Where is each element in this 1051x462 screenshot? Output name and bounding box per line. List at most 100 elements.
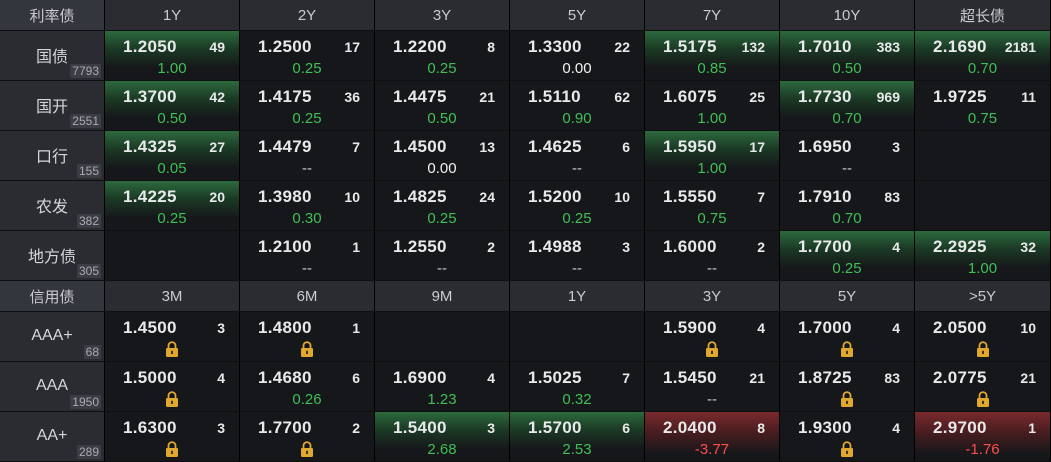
row-name: 地方债 [27, 248, 76, 266]
quote-cell[interactable]: 1.2500 17 0.25 [240, 31, 375, 80]
quote-cell[interactable]: 1.5550 7 0.75 [645, 181, 780, 230]
lock-icon [165, 341, 179, 357]
quote-cell[interactable]: 1.4475 21 0.50 [375, 81, 510, 130]
row-count-badge: 289 [76, 445, 101, 459]
quote-cell[interactable]: 1.2100 1 -- [240, 231, 375, 280]
quote-cell[interactable]: 1.5900 4 [645, 312, 780, 361]
quote-cell[interactable]: 1.4988 3 -- [510, 231, 645, 280]
quote-cell[interactable]: 1.4825 24 0.25 [375, 181, 510, 230]
quote-cell[interactable]: 1.9725 11 0.75 [915, 81, 1051, 130]
column-header[interactable]: 3Y [375, 0, 510, 30]
quote-cell[interactable]: 1.4800 1 [240, 312, 375, 361]
column-header[interactable]: 1Y [105, 0, 240, 30]
quote-cell[interactable]: 1.9300 4 [780, 412, 915, 461]
quote-cell[interactable]: 1.5700 6 2.53 [510, 412, 645, 461]
quote-volume: 7 [757, 189, 765, 205]
quote-cell[interactable]: 1.5450 21 -- [645, 362, 780, 411]
quote-cell[interactable]: 1.6950 3 -- [780, 131, 915, 180]
quote-volume: 20 [209, 189, 225, 205]
row-label[interactable]: AAA 1950 [0, 362, 105, 411]
quote-change: -1.76 [965, 441, 1000, 458]
quote-cell[interactable]: 1.5025 7 0.32 [510, 362, 645, 411]
quote-cell[interactable]: 2.9700 1 -1.76 [915, 412, 1051, 461]
quote-change: 0.25 [832, 260, 862, 277]
row-label[interactable]: AA+ 289 [0, 412, 105, 461]
quote-cell[interactable]: 1.7730 969 0.70 [780, 81, 915, 130]
quote-cell[interactable]: 1.7000 4 [780, 312, 915, 361]
quote-cell[interactable]: 1.3980 10 0.30 [240, 181, 375, 230]
quote-price: 1.4988 [528, 237, 582, 256]
quote-cell[interactable]: 1.2550 2 -- [375, 231, 510, 280]
column-header[interactable]: 9M [375, 281, 510, 311]
quote-cell[interactable]: 1.3700 42 0.50 [105, 81, 240, 130]
row-label[interactable]: 农发 382 [0, 181, 105, 230]
quote-volume: 11 [1021, 89, 1036, 105]
quote-cell[interactable]: 1.8725 83 [780, 362, 915, 411]
quote-cell[interactable]: 1.4175 36 0.25 [240, 81, 375, 130]
lock-icon [976, 341, 990, 357]
quote-cell[interactable]: 1.2050 49 1.00 [105, 31, 240, 80]
column-header[interactable]: 10Y [780, 0, 915, 30]
lock-icon [165, 391, 179, 407]
quote-cell[interactable]: 1.5000 4 [105, 362, 240, 411]
quote-volume: 21 [749, 370, 765, 386]
quote-volume: 13 [479, 139, 495, 155]
quote-cell[interactable]: 2.2925 32 1.00 [915, 231, 1051, 280]
quote-price: 1.5950 [663, 137, 717, 156]
column-header[interactable]: 3M [105, 281, 240, 311]
quote-cell[interactable]: 1.7910 83 0.70 [780, 181, 915, 230]
quote-cell[interactable]: 1.4479 7 -- [240, 131, 375, 180]
quote-cell[interactable]: 1.4225 20 0.25 [105, 181, 240, 230]
column-header[interactable]: 超长债 [915, 0, 1051, 30]
quote-cell[interactable]: 2.0775 21 [915, 362, 1051, 411]
empty-quote-cell[interactable] [510, 312, 645, 361]
quote-price: 1.3980 [258, 187, 312, 206]
quote-change: 0.50 [157, 110, 187, 127]
quote-cell[interactable]: 1.5200 10 0.25 [510, 181, 645, 230]
quote-cell[interactable]: 1.4325 27 0.05 [105, 131, 240, 180]
row-label[interactable]: AAA+ 68 [0, 312, 105, 361]
quote-price: 1.7700 [798, 237, 852, 256]
column-header[interactable]: 3Y [645, 281, 780, 311]
column-header[interactable]: 7Y [645, 0, 780, 30]
empty-quote-cell[interactable] [915, 181, 1051, 230]
quote-cell[interactable]: 2.0500 10 [915, 312, 1051, 361]
column-header[interactable]: >5Y [915, 281, 1051, 311]
row-label[interactable]: 国债 7793 [0, 31, 105, 80]
empty-quote-cell[interactable] [375, 312, 510, 361]
empty-quote-cell[interactable] [915, 131, 1051, 180]
quote-change: -3.77 [694, 441, 730, 458]
quote-cell[interactable]: 2.0400 8 -3.77 [645, 412, 780, 461]
column-header[interactable]: 6M [240, 281, 375, 311]
row-label[interactable]: 口行 155 [0, 131, 105, 180]
quote-cell[interactable]: 1.6000 2 -- [645, 231, 780, 280]
quote-cell[interactable]: 1.6300 3 [105, 412, 240, 461]
column-header[interactable]: 5Y [510, 0, 645, 30]
quote-cell[interactable]: 1.5175 132 0.85 [645, 31, 780, 80]
column-header[interactable]: 5Y [780, 281, 915, 311]
column-header[interactable]: 1Y [510, 281, 645, 311]
quote-cell[interactable]: 2.1690 2181 0.70 [915, 31, 1051, 80]
quote-cell[interactable]: 1.2200 8 0.25 [375, 31, 510, 80]
quote-volume: 4 [892, 239, 900, 255]
empty-quote-cell[interactable] [105, 231, 240, 280]
quote-cell[interactable]: 1.5400 3 2.68 [375, 412, 510, 461]
column-header[interactable]: 2Y [240, 0, 375, 30]
quote-cell[interactable]: 1.5110 62 0.90 [510, 81, 645, 130]
quote-cell[interactable]: 1.7700 4 0.25 [780, 231, 915, 280]
quote-cell[interactable]: 1.6900 4 1.23 [375, 362, 510, 411]
quote-cell[interactable]: 1.3300 22 0.00 [510, 31, 645, 80]
row-label[interactable]: 国开 2551 [0, 81, 105, 130]
quote-cell[interactable]: 1.7010 383 0.50 [780, 31, 915, 80]
row-label[interactable]: 地方债 305 [0, 231, 105, 280]
quote-cell[interactable]: 1.6075 25 1.00 [645, 81, 780, 130]
quote-cell[interactable]: 1.4680 6 0.26 [240, 362, 375, 411]
quote-cell[interactable]: 1.5950 17 1.00 [645, 131, 780, 180]
quote-volume: 7 [352, 139, 360, 155]
quote-cell[interactable]: 1.7700 2 [240, 412, 375, 461]
quote-cell[interactable]: 1.4625 6 -- [510, 131, 645, 180]
quote-change: 0.75 [697, 210, 727, 227]
quote-volume: 36 [344, 89, 360, 105]
quote-cell[interactable]: 1.4500 13 0.00 [375, 131, 510, 180]
quote-cell[interactable]: 1.4500 3 [105, 312, 240, 361]
